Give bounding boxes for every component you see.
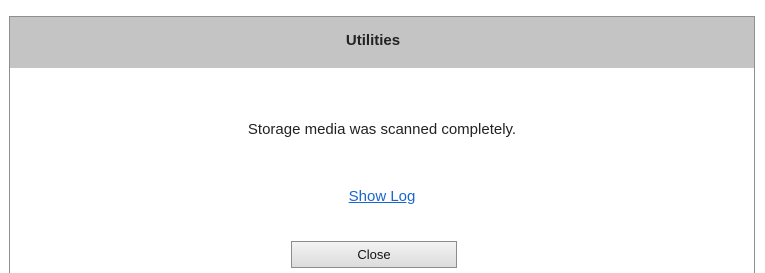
dialog-titlebar: Utilities: [10, 17, 754, 68]
utilities-dialog: Utilities Storage media was scanned comp…: [9, 16, 755, 273]
button-row: Close: [10, 241, 754, 268]
dialog-title: Utilities: [345, 32, 401, 49]
show-log-link[interactable]: Show Log: [349, 188, 416, 205]
close-button[interactable]: Close: [291, 241, 457, 268]
show-log-container: Show Log: [10, 188, 754, 205]
status-message: Storage media was scanned completely.: [247, 121, 517, 138]
